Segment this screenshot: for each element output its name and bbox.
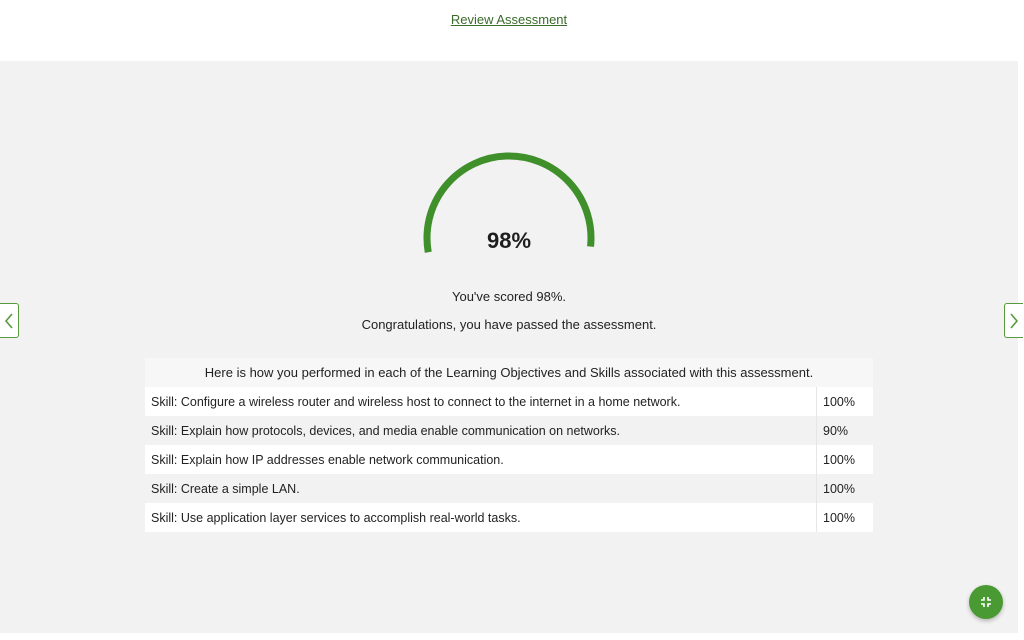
skill-name: Skill: Explain how IP addresses enable n…	[145, 445, 817, 474]
table-row: Skill: Explain how IP addresses enable n…	[145, 445, 873, 474]
bottom-strip	[0, 633, 1018, 640]
skill-percent: 100%	[816, 445, 873, 474]
score-percentage: 98%	[486, 228, 532, 253]
next-button[interactable]	[1004, 303, 1023, 338]
collapse-icon	[981, 597, 991, 607]
chevron-left-icon	[4, 312, 13, 329]
results-header-row: Here is how you performed in each of the…	[145, 358, 873, 387]
skill-name: Skill: Configure a wireless router and w…	[145, 387, 817, 416]
skill-percent: 90%	[816, 416, 873, 445]
previous-button[interactable]	[0, 303, 19, 338]
collapse-button[interactable]	[969, 585, 1003, 619]
skill-percent: 100%	[816, 387, 873, 416]
skills-results-table: Here is how you performed in each of the…	[145, 358, 873, 532]
table-row: Skill: Explain how protocols, devices, a…	[145, 416, 873, 445]
top-bar: Review Assessment	[0, 0, 1018, 61]
table-row: Skill: Use application layer services to…	[145, 503, 873, 532]
congrats-message: Congratulations, you have passed the ass…	[361, 317, 657, 332]
table-row: Skill: Create a simple LAN. 100%	[145, 474, 873, 503]
results-panel	[0, 61, 1018, 633]
results-header: Here is how you performed in each of the…	[145, 358, 873, 387]
chevron-right-icon	[1010, 312, 1019, 329]
skill-name: Skill: Explain how protocols, devices, a…	[145, 416, 817, 445]
review-assessment-link[interactable]: Review Assessment	[0, 12, 1018, 27]
skill-percent: 100%	[816, 474, 873, 503]
scored-message: You've scored 98%.	[451, 289, 567, 304]
skill-name: Skill: Use application layer services to…	[145, 503, 817, 532]
table-row: Skill: Configure a wireless router and w…	[145, 387, 873, 416]
skill-percent: 100%	[816, 503, 873, 532]
skill-name: Skill: Create a simple LAN.	[145, 474, 817, 503]
